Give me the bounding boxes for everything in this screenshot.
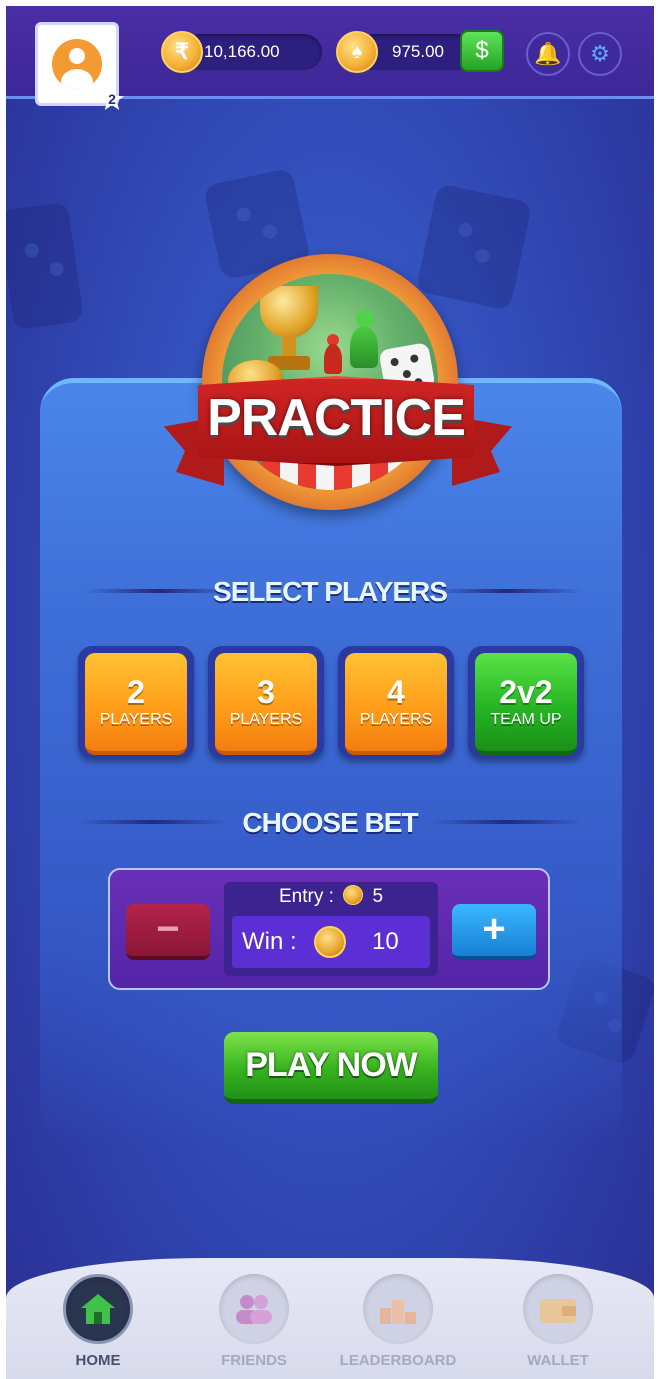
increase-bet-button[interactable]: + xyxy=(452,904,536,960)
nav-leaderboard[interactable]: LEADERBOARD xyxy=(338,1274,458,1369)
chip-balance: 975.00 xyxy=(392,42,444,61)
nav-friends[interactable]: FRIENDS xyxy=(194,1274,314,1369)
leaderboard-icon xyxy=(380,1300,416,1324)
select-players-title: SELECT PLAYERS xyxy=(213,576,448,607)
notifications-button[interactable]: 🔔 xyxy=(526,32,570,76)
top-bar: 2 10,166.00 ₹ 975.00 ♠ $ 🔔 ⚙ xyxy=(6,6,654,110)
green-pawn-icon xyxy=(350,310,378,370)
entry-amount: Entry : 5 xyxy=(278,885,384,907)
background-die xyxy=(6,201,85,331)
cash-hand-icon: $ xyxy=(475,37,489,64)
coin-icon xyxy=(314,926,346,958)
players-2-button[interactable]: 2 PLAYERS xyxy=(78,646,194,758)
friends-icon xyxy=(236,1295,272,1324)
rupee-coin-icon: ₹ xyxy=(161,31,203,73)
players-4-button[interactable]: 4 PLAYERS xyxy=(338,646,454,758)
chip-coin-icon: ♠ xyxy=(336,31,378,73)
wallet-icon xyxy=(540,1299,576,1323)
choose-bet-title: CHOOSE BET xyxy=(242,807,418,838)
profile-avatar[interactable] xyxy=(35,22,119,106)
play-now-button[interactable]: PLAY NOW xyxy=(224,1032,438,1104)
red-pawn-icon xyxy=(324,334,342,374)
decrease-bet-button[interactable]: − xyxy=(126,904,210,960)
rupee-balance-pill[interactable]: 10,166.00 xyxy=(182,34,322,70)
coin-icon xyxy=(343,885,364,905)
game-screen: 2 10,166.00 ₹ 975.00 ♠ $ 🔔 ⚙ PRACTICE SE… xyxy=(6,6,654,1379)
background-die xyxy=(415,183,533,311)
user-icon xyxy=(52,39,102,89)
bell-icon: 🔔 xyxy=(534,41,562,66)
settings-button[interactable]: ⚙ xyxy=(578,32,622,76)
practice-title: PRACTICE xyxy=(207,389,466,447)
nav-wallet[interactable]: WALLET xyxy=(498,1274,618,1369)
nav-home[interactable]: HOME xyxy=(38,1274,158,1369)
players-3-button[interactable]: 3 PLAYERS xyxy=(208,646,324,758)
win-amount: Win : 10 xyxy=(232,916,430,968)
rupee-balance: 10,166.00 xyxy=(204,42,280,61)
add-cash-button[interactable]: $ xyxy=(460,30,504,72)
gear-icon: ⚙ xyxy=(590,41,610,66)
home-icon xyxy=(81,1294,115,1324)
team-up-button[interactable]: 2v2 TEAM UP xyxy=(468,646,584,758)
